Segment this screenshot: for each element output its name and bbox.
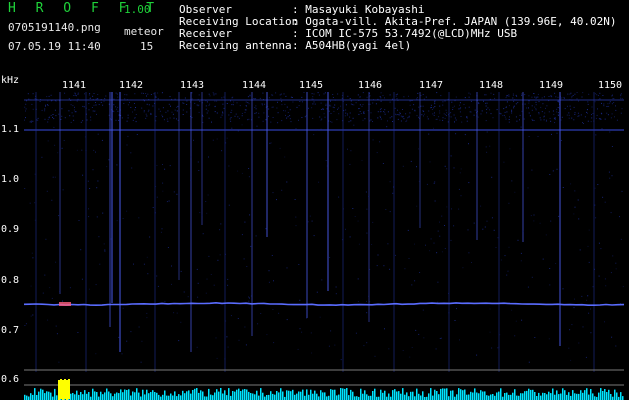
antenna-label: Receiving antenna <box>179 39 292 52</box>
file-name: 0705191140.png <box>8 21 101 34</box>
spectrogram <box>24 92 624 400</box>
date-time: 07.05.19 11:40 <box>8 40 101 53</box>
meteor-label: meteor <box>124 25 164 38</box>
time-tick: 1141 <box>62 80 87 91</box>
time-tick: 1142 <box>119 80 144 91</box>
header-panel: H R O F F T 1.00 0705191140.png 07.05.19… <box>0 0 629 58</box>
time-tick: 1149 <box>539 80 564 91</box>
time-tick: 1150 <box>598 80 623 91</box>
time-tick: 1148 <box>479 80 504 91</box>
freq-tick: 0.6 <box>1 374 20 385</box>
freq-tick: 0.8 <box>1 275 20 286</box>
time-tick: 1145 <box>299 80 324 91</box>
antenna-value: : A504HB(yagi 4el) <box>292 39 412 52</box>
freq-tick: 1.1 <box>1 124 20 135</box>
app-version: 1.00 <box>124 3 151 16</box>
freq-tick: 0.7 <box>1 325 20 336</box>
freq-tick: 1.0 <box>1 174 20 185</box>
meteor-count: 15 <box>140 40 154 53</box>
y-axis-unit: kHz <box>1 75 20 86</box>
freq-tick: 0.9 <box>1 224 20 235</box>
time-tick: 1147 <box>419 80 444 91</box>
time-tick: 1143 <box>180 80 205 91</box>
time-tick: 1144 <box>242 80 267 91</box>
time-tick: 1146 <box>358 80 383 91</box>
